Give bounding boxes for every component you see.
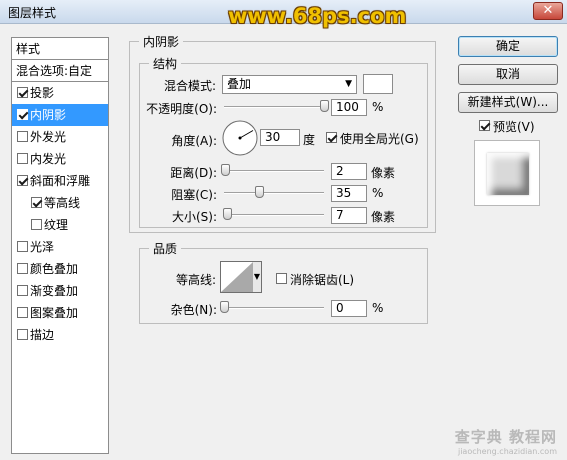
- size-slider-thumb[interactable]: [222, 208, 232, 220]
- use-global-light-checkbox[interactable]: [326, 132, 337, 143]
- size-slider[interactable]: [222, 208, 324, 220]
- shadow-color-swatch[interactable]: [363, 74, 393, 94]
- style-item[interactable]: 斜面和浮雕: [12, 170, 108, 192]
- style-item-label: 描边: [30, 328, 55, 342]
- close-button[interactable]: ✕: [533, 2, 563, 20]
- style-item[interactable]: 图案叠加: [12, 302, 108, 324]
- contour-label: 等高线:: [175, 273, 216, 287]
- size-label: 大小(S):: [171, 210, 217, 224]
- style-item-checkbox[interactable]: [17, 131, 28, 142]
- distance-slider-thumb[interactable]: [220, 164, 230, 176]
- style-item[interactable]: 光泽: [12, 236, 108, 258]
- style-item[interactable]: 内发光: [12, 148, 108, 170]
- footer-watermark: 查字典 教程网 jiaocheng.chazidian.com: [455, 426, 557, 456]
- style-item-checkbox[interactable]: [31, 219, 42, 230]
- use-global-light-label: 使用全局光(G): [340, 132, 419, 146]
- style-item[interactable]: 描边: [12, 324, 108, 346]
- contour-dropdown-arrow-icon[interactable]: ▼: [253, 261, 262, 293]
- blend-mode-label: 混合模式:: [163, 79, 216, 93]
- style-item[interactable]: 内阴影: [12, 104, 108, 126]
- preview-checkbox[interactable]: [479, 120, 490, 131]
- style-preview-thumbnail: [474, 140, 540, 206]
- opacity-unit: %: [372, 100, 384, 114]
- style-item-label: 投影: [30, 86, 55, 100]
- section-title: 内阴影: [139, 33, 184, 50]
- blend-mode-select[interactable]: 叠加 ▼: [222, 75, 357, 94]
- ok-button[interactable]: 确定: [458, 36, 558, 57]
- cancel-button[interactable]: 取消: [458, 64, 558, 85]
- style-item-checkbox[interactable]: [17, 175, 28, 186]
- style-item-label: 内发光: [30, 152, 67, 166]
- style-item-label: 内阴影: [30, 108, 67, 122]
- close-icon: ✕: [542, 3, 554, 18]
- style-item-label: 图案叠加: [30, 306, 79, 320]
- style-item-checkbox[interactable]: [17, 87, 28, 98]
- style-item[interactable]: 渐变叠加: [12, 280, 108, 302]
- angle-dial[interactable]: [220, 118, 260, 158]
- noise-slider-thumb[interactable]: [220, 301, 229, 313]
- footer-watermark-title: 查字典 教程网: [454, 428, 557, 446]
- quality-title: 品质: [149, 240, 182, 257]
- distance-label: 距离(D):: [170, 166, 217, 180]
- style-item-label: 光泽: [30, 240, 55, 254]
- distance-input[interactable]: 2: [331, 163, 367, 180]
- size-input[interactable]: 7: [331, 207, 367, 224]
- style-item-label: 外发光: [30, 130, 67, 144]
- style-item-checkbox[interactable]: [17, 285, 28, 296]
- angle-label: 角度(A):: [171, 134, 217, 148]
- style-item-checkbox[interactable]: [17, 329, 28, 340]
- style-item-label: 纹理: [44, 218, 69, 232]
- style-item[interactable]: 投影: [12, 82, 108, 104]
- preview-label: 预览(V): [493, 120, 535, 134]
- noise-unit: %: [372, 301, 384, 315]
- opacity-input[interactable]: 100: [331, 99, 367, 116]
- style-item-label: 颜色叠加: [30, 262, 79, 276]
- anti-alias-label: 消除锯齿(L): [290, 273, 355, 287]
- new-style-button[interactable]: 新建样式(W)...: [458, 92, 558, 113]
- distance-unit: 像素: [371, 166, 396, 180]
- footer-watermark-url: jiaocheng.chazidian.com: [457, 447, 557, 456]
- style-item[interactable]: 等高线: [12, 192, 108, 214]
- angle-unit: 度: [303, 133, 316, 147]
- blending-options-item[interactable]: 混合选项:自定: [12, 60, 108, 82]
- style-item-checkbox[interactable]: [31, 197, 42, 208]
- style-item[interactable]: 外发光: [12, 126, 108, 148]
- watermark-text: www.68ps.com: [228, 4, 407, 28]
- style-item-checkbox[interactable]: [17, 241, 28, 252]
- style-item-checkbox[interactable]: [17, 263, 28, 274]
- structure-title: 结构: [149, 55, 182, 72]
- style-item[interactable]: 纹理: [12, 214, 108, 236]
- anti-alias-checkbox[interactable]: [276, 273, 287, 284]
- style-item-label: 渐变叠加: [30, 284, 79, 298]
- angle-input[interactable]: 30: [260, 129, 300, 146]
- title-bar: 图层样式 www.68ps.com ✕: [0, 0, 567, 28]
- size-unit: 像素: [371, 210, 396, 224]
- noise-label: 杂色(N):: [170, 303, 217, 317]
- noise-slider[interactable]: [220, 301, 324, 313]
- blend-mode-value: 叠加: [227, 77, 252, 91]
- contour-picker[interactable]: ▼: [220, 261, 262, 293]
- noise-input[interactable]: 0: [331, 300, 367, 317]
- opacity-slider[interactable]: [224, 100, 329, 112]
- contour-preview-icon: [220, 261, 254, 293]
- style-item[interactable]: 颜色叠加: [12, 258, 108, 280]
- distance-slider[interactable]: [220, 164, 324, 176]
- style-item-label: 斜面和浮雕: [30, 174, 91, 188]
- style-item-checkbox[interactable]: [17, 153, 28, 164]
- style-item-checkbox[interactable]: [17, 307, 28, 318]
- style-item-label: 等高线: [44, 196, 81, 210]
- choke-slider[interactable]: [224, 186, 324, 198]
- choke-slider-thumb[interactable]: [255, 186, 264, 198]
- styles-header[interactable]: 样式: [12, 38, 108, 60]
- dropdown-arrow-icon: ▼: [345, 79, 352, 89]
- opacity-label: 不透明度(O):: [146, 102, 217, 116]
- styles-list-panel: 样式 混合选项:自定 投影内阴影外发光内发光斜面和浮雕等高线纹理光泽颜色叠加渐变…: [11, 37, 109, 454]
- style-item-checkbox[interactable]: [17, 109, 28, 120]
- choke-unit: %: [372, 186, 384, 200]
- choke-label: 阻塞(C):: [171, 188, 217, 202]
- opacity-slider-thumb[interactable]: [320, 100, 329, 112]
- preview-shape: [487, 153, 529, 195]
- choke-input[interactable]: 35: [331, 185, 367, 202]
- window-title: 图层样式: [8, 6, 57, 20]
